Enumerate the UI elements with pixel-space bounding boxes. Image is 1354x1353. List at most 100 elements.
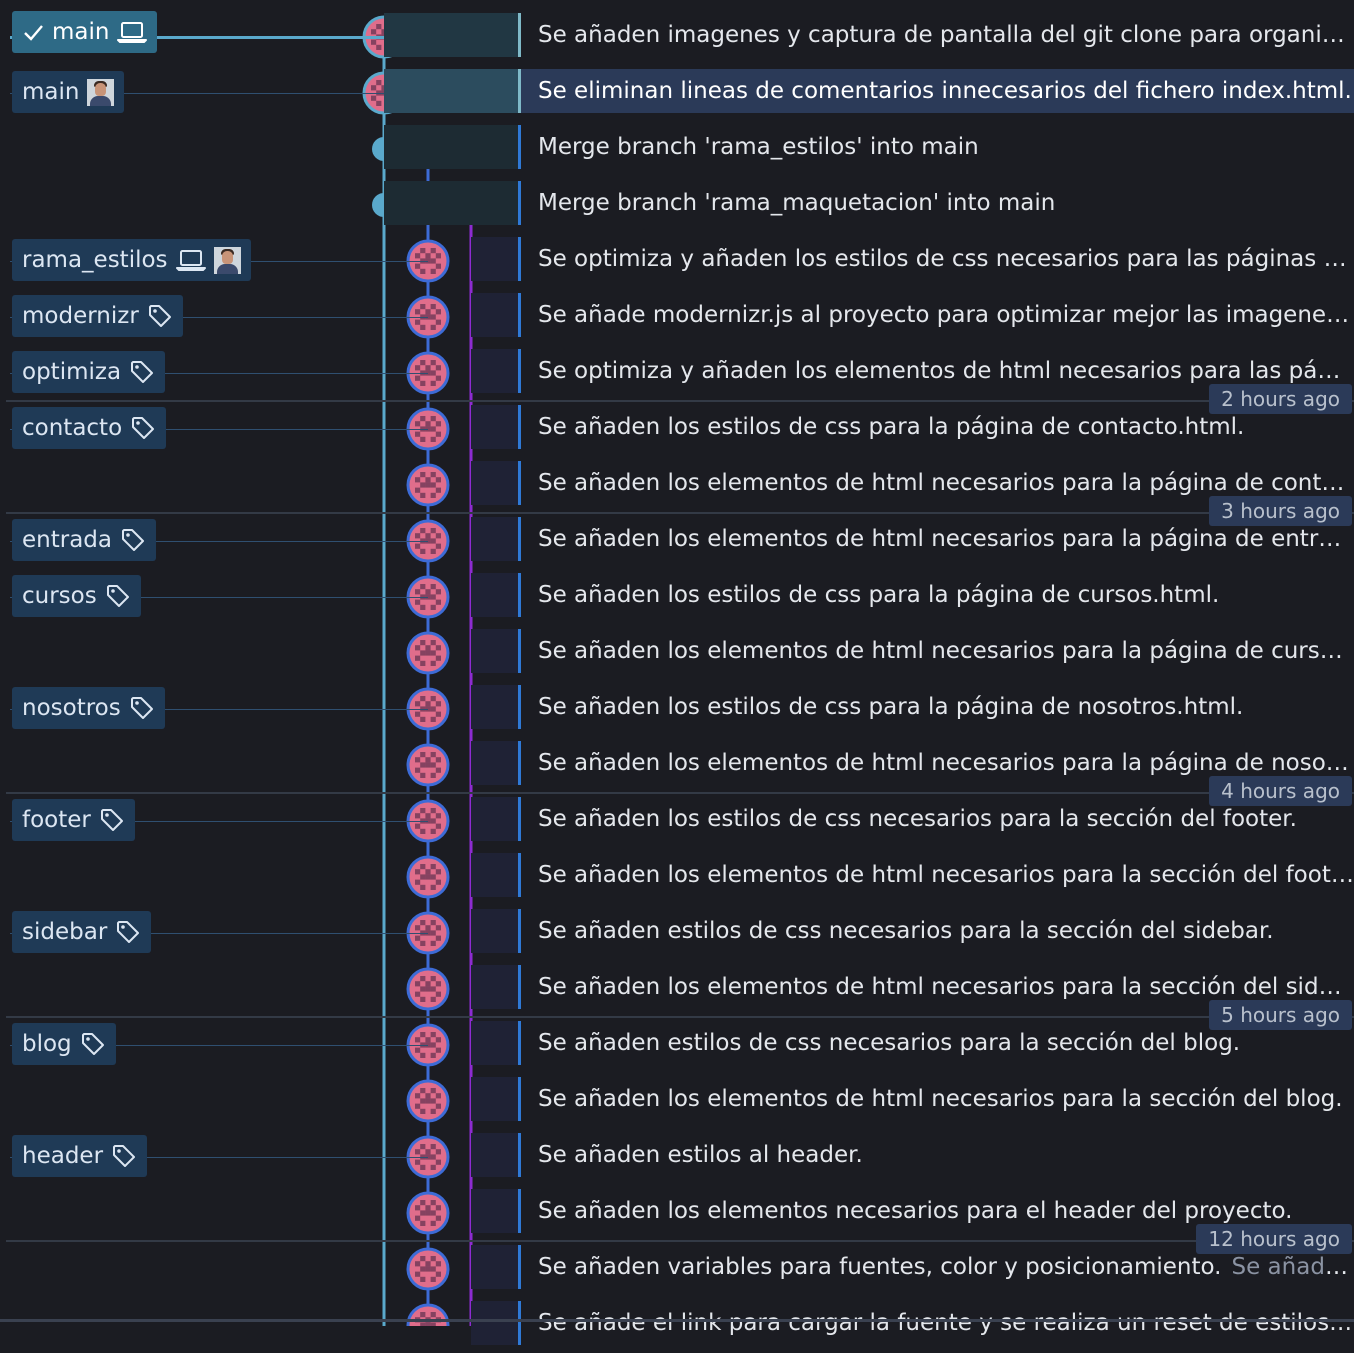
lane-highlight — [471, 1245, 518, 1289]
commit-row[interactable]: Se optimiza y añaden los elementos de ht… — [0, 345, 1354, 401]
lane-highlight — [471, 629, 518, 673]
commit-row[interactable]: Se añaden los elementos de html necesari… — [0, 1073, 1354, 1129]
ref-badge[interactable]: contacto — [12, 407, 166, 449]
ref-badge[interactable]: nosotros — [12, 687, 165, 729]
tag-icon — [130, 415, 156, 441]
ref-label: footer — [22, 807, 91, 833]
commit-message-text: Se añaden estilos de css necesarios para… — [538, 1030, 1240, 1056]
commit-message-cell[interactable]: Se añaden los elementos de html necesari… — [521, 1077, 1354, 1121]
commit-row[interactable]: Se añaden los estilos de css para la pág… — [0, 401, 1354, 457]
commit-row[interactable]: Se añaden los elementos de html necesari… — [0, 961, 1354, 1017]
commit-message-text: Se optimiza y añaden los elementos de ht… — [538, 358, 1354, 384]
commit-message: Se añaden los elementos de html necesari… — [538, 974, 1354, 1000]
commit-message: Se añaden los estilos de css necesarios … — [538, 806, 1354, 832]
commit-message-cell[interactable]: Se añade modernizr.js al proyecto para o… — [521, 293, 1354, 337]
ref-badge[interactable]: optimiza — [12, 351, 165, 393]
commit-message-cell[interactable]: Se eliminan lineas de comentarios innece… — [521, 69, 1354, 113]
time-label: 4 hours ago — [1209, 776, 1352, 806]
commit-message-cell[interactable]: Se añade el link para cargar la fuente y… — [521, 1301, 1354, 1345]
commit-row[interactable]: Se añaden variables para fuentes, color … — [0, 1241, 1354, 1297]
tag-icon — [129, 359, 155, 385]
commit-message: Se añaden variables para fuentes, color … — [538, 1254, 1354, 1280]
commit-row[interactable]: Se añade el link para cargar la fuente y… — [0, 1297, 1354, 1353]
commit-row[interactable]: Se optimiza y añaden los estilos de css … — [0, 233, 1354, 289]
ref-badge[interactable]: header — [12, 1135, 147, 1177]
lane-highlight — [471, 1021, 518, 1065]
commit-message-text: Se añaden variables para fuentes, color … — [538, 1254, 1222, 1280]
lane-highlight — [471, 237, 518, 281]
commit-message: Se añade modernizr.js al proyecto para o… — [538, 302, 1354, 328]
commit-message-cell[interactable]: Se añaden los elementos de html necesari… — [521, 629, 1354, 673]
commit-row[interactable]: Se añade modernizr.js al proyecto para o… — [0, 289, 1354, 345]
ref-label: entrada — [22, 527, 112, 553]
commit-message: Se optimiza y añaden los elementos de ht… — [538, 358, 1354, 384]
commit-message-cell[interactable]: Se optimiza y añaden los estilos de css … — [521, 237, 1354, 281]
time-divider — [6, 512, 1354, 514]
commit-message-text: Se añaden los elementos de html necesari… — [538, 526, 1354, 552]
commit-message: Se añaden los estilos de css para la pág… — [538, 582, 1354, 608]
commit-row[interactable]: Se añaden los estilos de css necesarios … — [0, 793, 1354, 849]
commit-row[interactable]: Se añaden los elementos de html necesari… — [0, 457, 1354, 513]
commit-message-cell[interactable]: Merge branch 'rama_maquetacion' into mai… — [521, 181, 1354, 225]
commit-row[interactable]: Se añaden los estilos de css para la pág… — [0, 681, 1354, 737]
tag-icon — [111, 1143, 137, 1169]
commit-message: Se añaden estilos al header. — [538, 1142, 1354, 1168]
commit-message-cell[interactable]: Se añaden estilos al header. — [521, 1133, 1354, 1177]
commit-message-text: Se añaden los elementos de html necesari… — [538, 1086, 1343, 1112]
commit-message-cell[interactable]: Se añaden imagenes y captura de pantalla… — [521, 13, 1354, 57]
commit-message-cell[interactable]: Se añaden los estilos de css para la pág… — [521, 685, 1354, 729]
lane-highlight — [471, 573, 518, 617]
lane-highlight — [471, 1077, 518, 1121]
lane-highlight — [471, 853, 518, 897]
commit-row[interactable]: Se añaden estilos al header. header — [0, 1129, 1354, 1185]
commit-message-cell[interactable]: Merge branch 'rama_estilos' into main — [521, 125, 1354, 169]
commit-row[interactable]: Merge branch 'rama_maquetacion' into mai… — [0, 177, 1354, 233]
commit-row[interactable]: Se eliminan lineas de comentarios innece… — [0, 65, 1354, 121]
commit-message-cell[interactable]: Se añaden estilos de css necesarios para… — [521, 909, 1354, 953]
ref-badge[interactable]: entrada — [12, 519, 156, 561]
ref-badge[interactable]: footer — [12, 799, 135, 841]
commit-row[interactable]: Se añaden imagenes y captura de pantalla… — [0, 9, 1354, 65]
tag-icon — [129, 695, 155, 721]
ref-label: cursos — [22, 583, 97, 609]
tag-icon — [105, 583, 131, 609]
commit-message-cell[interactable]: Se añaden los elementos de html necesari… — [521, 853, 1354, 897]
lane-highlight — [471, 1301, 518, 1345]
commit-message-cell[interactable]: Se añaden los estilos de css para la pág… — [521, 573, 1354, 617]
commit-row[interactable]: Se añaden los elementos de html necesari… — [0, 513, 1354, 569]
commit-message: Se añaden los elementos necesarios para … — [538, 1198, 1354, 1224]
commit-message-text: Se añaden los elementos de html necesari… — [538, 862, 1354, 888]
ref-badge[interactable]: main — [12, 71, 124, 113]
commit-row[interactable]: Se añaden los estilos de css para la pág… — [0, 569, 1354, 625]
time-divider — [6, 1240, 1354, 1242]
ref-badge[interactable]: rama_estilos — [12, 239, 251, 281]
commit-message-text: Se eliminan lineas de comentarios innece… — [538, 78, 1352, 104]
lane-highlight — [471, 405, 518, 449]
ref-label: blog — [22, 1031, 72, 1057]
commit-message: Se añaden los elementos de html necesari… — [538, 862, 1354, 888]
time-label: 2 hours ago — [1209, 384, 1352, 414]
check-icon — [22, 21, 44, 43]
commit-row[interactable]: Merge branch 'rama_estilos' into main — [0, 121, 1354, 177]
ref-badge[interactable]: cursos — [12, 575, 141, 617]
ref-badge[interactable]: main — [12, 11, 157, 53]
commit-row[interactable]: Se añaden los elementos de html necesari… — [0, 737, 1354, 793]
ref-badge[interactable]: blog — [12, 1023, 116, 1065]
laptop-icon — [176, 248, 206, 272]
ref-label: header — [22, 1143, 103, 1169]
commit-row[interactable]: Se añaden los elementos necesarios para … — [0, 1185, 1354, 1241]
commit-row[interactable]: Se añaden estilos de css necesarios para… — [0, 1017, 1354, 1073]
lane-highlight — [471, 965, 518, 1009]
commit-row[interactable]: Se añaden los elementos de html necesari… — [0, 849, 1354, 905]
ref-badge[interactable]: sidebar — [12, 911, 151, 953]
commit-message: Se añaden estilos de css necesarios para… — [538, 918, 1354, 944]
commit-message-text: Se añaden los estilos de css necesarios … — [538, 806, 1297, 832]
time-divider — [6, 792, 1354, 794]
lane-highlight — [471, 685, 518, 729]
time-divider — [6, 1016, 1354, 1018]
commit-message: Se añaden los estilos de css para la pág… — [538, 414, 1354, 440]
commit-row[interactable]: Se añaden estilos de css necesarios para… — [0, 905, 1354, 961]
commit-row[interactable]: Se añaden los elementos de html necesari… — [0, 625, 1354, 681]
ref-badge[interactable]: modernizr — [12, 295, 183, 337]
ref-label: nosotros — [22, 695, 121, 721]
